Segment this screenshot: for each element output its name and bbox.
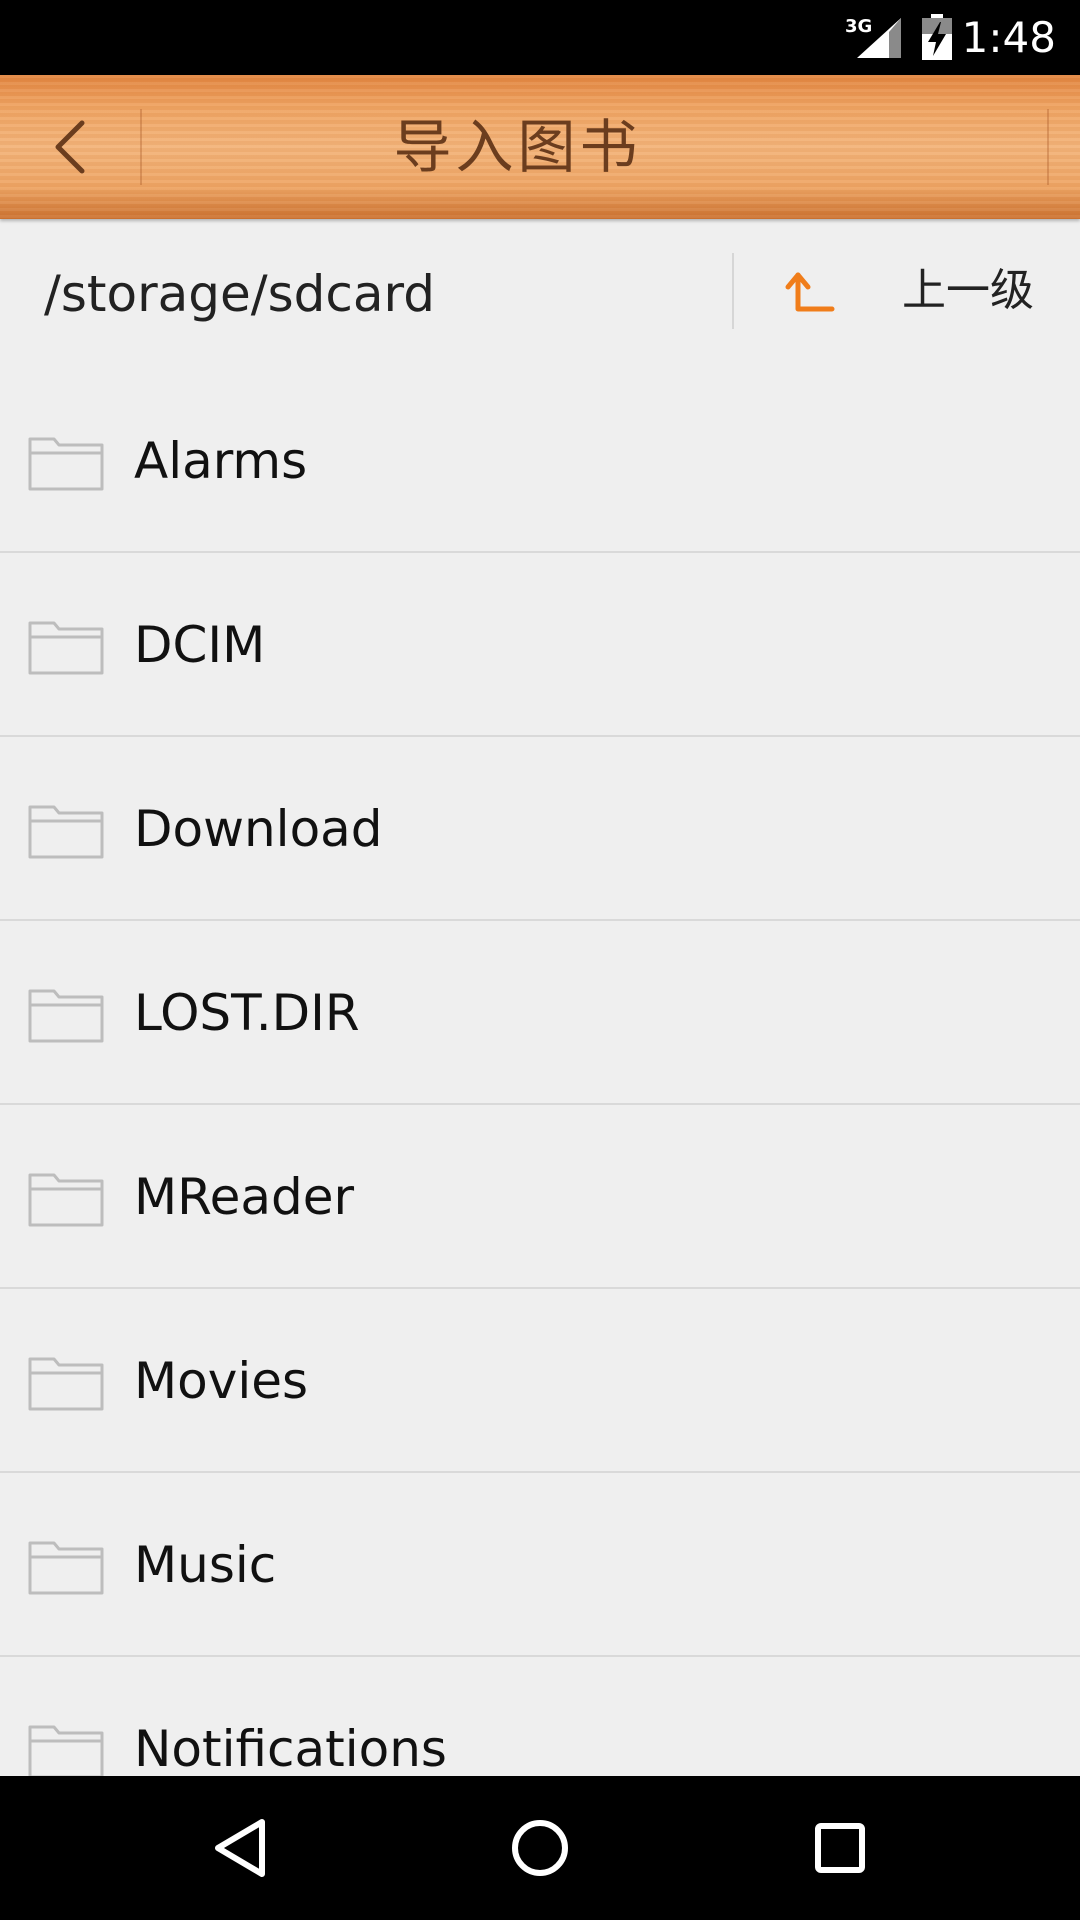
folder-icon <box>28 1541 104 1595</box>
signal-3g-icon: 3G <box>845 16 901 58</box>
import-books-screen: 3G 1:48 导入图书 /storage/sdcard 上一级 Alarms … <box>0 0 1080 1920</box>
folder-icon <box>28 1173 104 1227</box>
folder-name: Download <box>134 800 383 858</box>
folder-name: Movies <box>134 1352 309 1410</box>
title-bar: 导入图书 <box>0 75 1080 219</box>
nav-back-icon <box>215 1819 265 1877</box>
parent-directory-label: 上一级 <box>902 265 1034 316</box>
path-bar: /storage/sdcard 上一级 <box>0 219 1080 369</box>
current-path: /storage/sdcard <box>44 265 435 323</box>
folder-name: LOST.DIR <box>134 984 360 1042</box>
parent-directory-button[interactable]: 上一级 <box>740 219 1080 369</box>
nav-back-button[interactable] <box>190 1798 290 1898</box>
nav-recents-icon <box>815 1823 865 1873</box>
navigation-bar <box>0 1776 1080 1920</box>
status-bar: 3G 1:48 <box>0 0 1080 75</box>
svg-text:3G: 3G <box>845 16 872 37</box>
list-item[interactable]: Download <box>0 737 1080 921</box>
folder-name: Music <box>134 1536 277 1594</box>
nav-recents-button[interactable] <box>790 1798 890 1898</box>
list-item[interactable]: Music <box>0 1473 1080 1657</box>
page-title: 导入图书 <box>393 113 642 181</box>
nav-home-icon <box>512 1820 568 1876</box>
folder-name: Alarms <box>134 432 308 490</box>
folder-name: MReader <box>134 1168 355 1226</box>
folder-icon <box>28 437 104 491</box>
battery-charging-icon <box>922 14 952 60</box>
list-item[interactable]: MReader <box>0 1105 1080 1289</box>
list-item[interactable]: Notifications <box>0 1657 1080 1776</box>
list-item[interactable]: Alarms <box>0 369 1080 553</box>
title-divider <box>1047 109 1049 185</box>
nav-home-button[interactable] <box>490 1798 590 1898</box>
folder-icon <box>28 621 104 675</box>
folder-name: DCIM <box>134 616 266 674</box>
folder-icon <box>28 805 104 859</box>
level-up-arrow-icon <box>785 272 835 312</box>
folder-name: Notifications <box>134 1720 447 1776</box>
folder-icon <box>28 1357 104 1411</box>
folder-icon <box>28 1725 104 1776</box>
list-item[interactable]: Movies <box>0 1289 1080 1473</box>
list-item[interactable]: LOST.DIR <box>0 921 1080 1105</box>
list-item[interactable]: DCIM <box>0 553 1080 737</box>
status-time: 1:48 <box>961 13 1056 62</box>
folder-icon <box>28 989 104 1043</box>
folder-list: Alarms DCIM Download LOST.DIR MReader Mo… <box>0 369 1080 1776</box>
path-divider <box>732 253 734 329</box>
